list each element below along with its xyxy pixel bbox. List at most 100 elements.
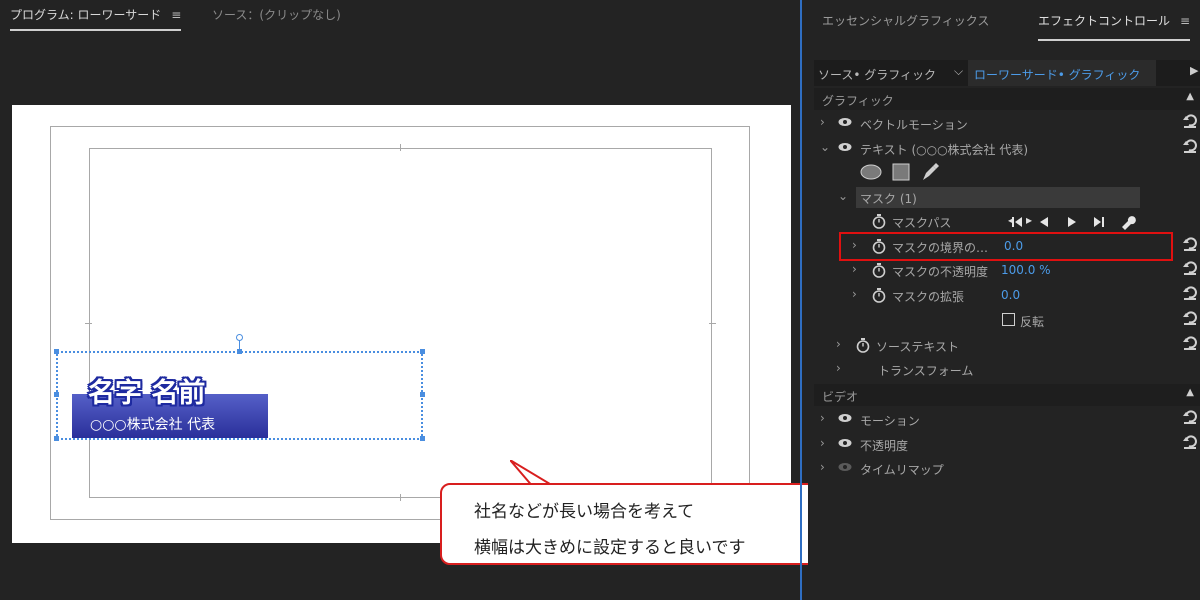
section-video[interactable]: ビデオ ▲ [814,384,1200,406]
resize-handle-bottom-right[interactable] [420,436,425,441]
mask-tools-row [814,161,1200,185]
effect-controls-panel: エッセンシャルグラフィックス エフェクトコントロール ≡ ソース• グラフィック … [808,0,1200,600]
title-safe-guide [89,148,712,498]
eye-icon [838,463,852,471]
reset-icon[interactable] [1182,285,1198,301]
eye-icon[interactable] [838,438,852,448]
play-triangle-icon[interactable]: ▶ [1190,64,1198,77]
stopwatch-icon[interactable] [872,214,886,229]
chevron-right-icon[interactable]: › [820,460,825,474]
time-remap-label: タイムリマップ [860,463,944,477]
reset-icon[interactable] [1182,138,1198,154]
selection-bounding-box[interactable] [56,351,423,440]
chevron-down-icon[interactable]: ⌄ [838,189,848,203]
resize-handle-top-right[interactable] [420,349,425,354]
chevron-right-icon[interactable]: › [836,337,841,351]
mask-expansion-label: マスクの拡張 [892,290,965,304]
reset-icon[interactable] [1182,236,1198,252]
callout-line-1: 社名などが長い場合を考えて [474,502,695,522]
row-mask-path[interactable]: マスクパス ◂▸ [814,210,1200,234]
collapse-up-icon[interactable]: ▲ [1186,387,1194,398]
source-text-label: ソーステキスト [876,340,960,354]
row-source-text[interactable]: › ソーステキスト [814,334,1200,358]
reset-icon[interactable] [1182,260,1198,276]
reset-icon[interactable] [1182,409,1198,425]
row-motion[interactable]: › モーション [814,408,1200,432]
eye-icon[interactable] [838,142,852,152]
mask-opacity-value[interactable]: 100.0 % [1001,263,1051,277]
section-video-label: ビデオ [822,390,859,404]
stopwatch-icon[interactable] [856,338,870,353]
mask-opacity-label: マスクの不透明度 [892,265,989,279]
mask-label: マスク (1) [860,192,917,206]
row-invert[interactable]: 反転 [814,309,1200,333]
callout-box: 社名などが長い場合を考えて 横幅は大きめに設定すると良いです [440,483,835,565]
chevron-right-icon[interactable]: › [852,287,857,301]
collapse-up-icon[interactable]: ▲ [1186,91,1194,102]
eye-icon[interactable] [838,413,852,423]
reset-icon[interactable] [1182,335,1198,351]
row-transform[interactable]: › トランスフォーム [814,358,1200,382]
resize-handle-top-left[interactable] [54,349,59,354]
row-text-layer[interactable]: ⌄ テキスト (○○○株式会社 代表) [814,137,1200,161]
stopwatch-icon[interactable] [872,263,886,278]
resize-handle-right[interactable] [420,392,425,397]
video-frame[interactable]: 名字 名前 ○○○株式会社 代表 [12,105,791,543]
source-clip-bar: ソース• グラフィック ⌵ ローワーサード• グラフィック ▶ [814,60,1200,86]
tab-program-monitor[interactable]: プログラム: ローワーサード ≡ [10,6,182,31]
row-vector-motion[interactable]: › ベクトルモーション [814,112,1200,136]
motion-label: モーション [860,414,920,428]
clip-selector[interactable]: ローワーサード• グラフィック [968,60,1156,86]
chevron-right-icon[interactable]: › [820,411,825,425]
chevron-down-icon[interactable]: ⌵ [954,64,963,79]
invert-checkbox[interactable] [1002,313,1015,326]
highlight-box [839,232,1173,261]
center-tick-right [709,323,716,324]
mask-tracking-buttons[interactable] [1010,214,1160,230]
row-mask-opacity[interactable]: › マスクの不透明度 100.0 % [814,259,1200,283]
reset-icon[interactable] [1182,310,1198,326]
section-graphics-label: グラフィック [822,94,894,108]
reset-icon[interactable] [1182,434,1198,450]
callout-line-2: 横幅は大きめに設定すると良いです [474,538,746,558]
resize-handle-left[interactable] [54,392,59,397]
tab-program-label: プログラム: ローワーサード [10,8,162,22]
rectangle-mask-icon[interactable] [892,163,910,181]
reset-icon[interactable] [1182,113,1198,129]
center-tick-top [400,144,401,151]
mask-expansion-value[interactable]: 0.0 [1001,288,1020,302]
chevron-right-icon[interactable]: › [836,361,841,375]
center-tick-left [85,323,92,324]
tab-effect-controls-label: エフェクトコントロール [1038,14,1171,28]
center-tick-bottom [400,494,401,501]
ellipse-mask-icon[interactable] [860,164,882,180]
vector-motion-label: ベクトルモーション [860,118,968,132]
rotation-handle[interactable] [236,334,243,341]
tab-source-monitor[interactable]: ソース：(クリップなし) [212,6,341,23]
text-layer-label: テキスト (○○○株式会社 代表) [860,143,1029,157]
hamburger-icon[interactable]: ≡ [1180,14,1190,28]
row-time-remap[interactable]: › タイムリマップ [814,457,1200,481]
transform-label: トランスフォーム [878,364,974,378]
chevron-right-icon[interactable]: › [852,262,857,276]
clip-label: ローワーサード• グラフィック [974,68,1141,82]
panel-divider[interactable] [800,0,802,600]
hamburger-icon[interactable]: ≡ [171,8,181,22]
resize-handle-bottom-left[interactable] [54,436,59,441]
mask-header[interactable]: マスク (1) [856,187,1140,208]
section-graphics[interactable]: グラフィック ▲ [814,88,1200,110]
row-mask-expansion[interactable]: › マスクの拡張 0.0 [814,284,1200,308]
source-label[interactable]: ソース• グラフィック [818,66,936,83]
chevron-right-icon[interactable]: › [820,115,825,129]
pen-mask-icon[interactable] [920,162,940,182]
chevron-right-icon[interactable]: › [820,436,825,450]
eye-icon[interactable] [838,117,852,127]
tab-effect-controls[interactable]: エフェクトコントロール ≡ [1038,12,1191,41]
program-monitor: プログラム: ローワーサード ≡ ソース：(クリップなし) 名字 名前 ○○○株式… [0,0,835,600]
chevron-down-icon[interactable]: ⌄ [820,140,830,154]
row-opacity[interactable]: › 不透明度 [814,433,1200,457]
stopwatch-icon[interactable] [872,288,886,303]
mask-path-label: マスクパス [892,216,952,230]
invert-label: 反転 [1020,315,1045,329]
tab-essential-graphics[interactable]: エッセンシャルグラフィックス [822,12,989,29]
